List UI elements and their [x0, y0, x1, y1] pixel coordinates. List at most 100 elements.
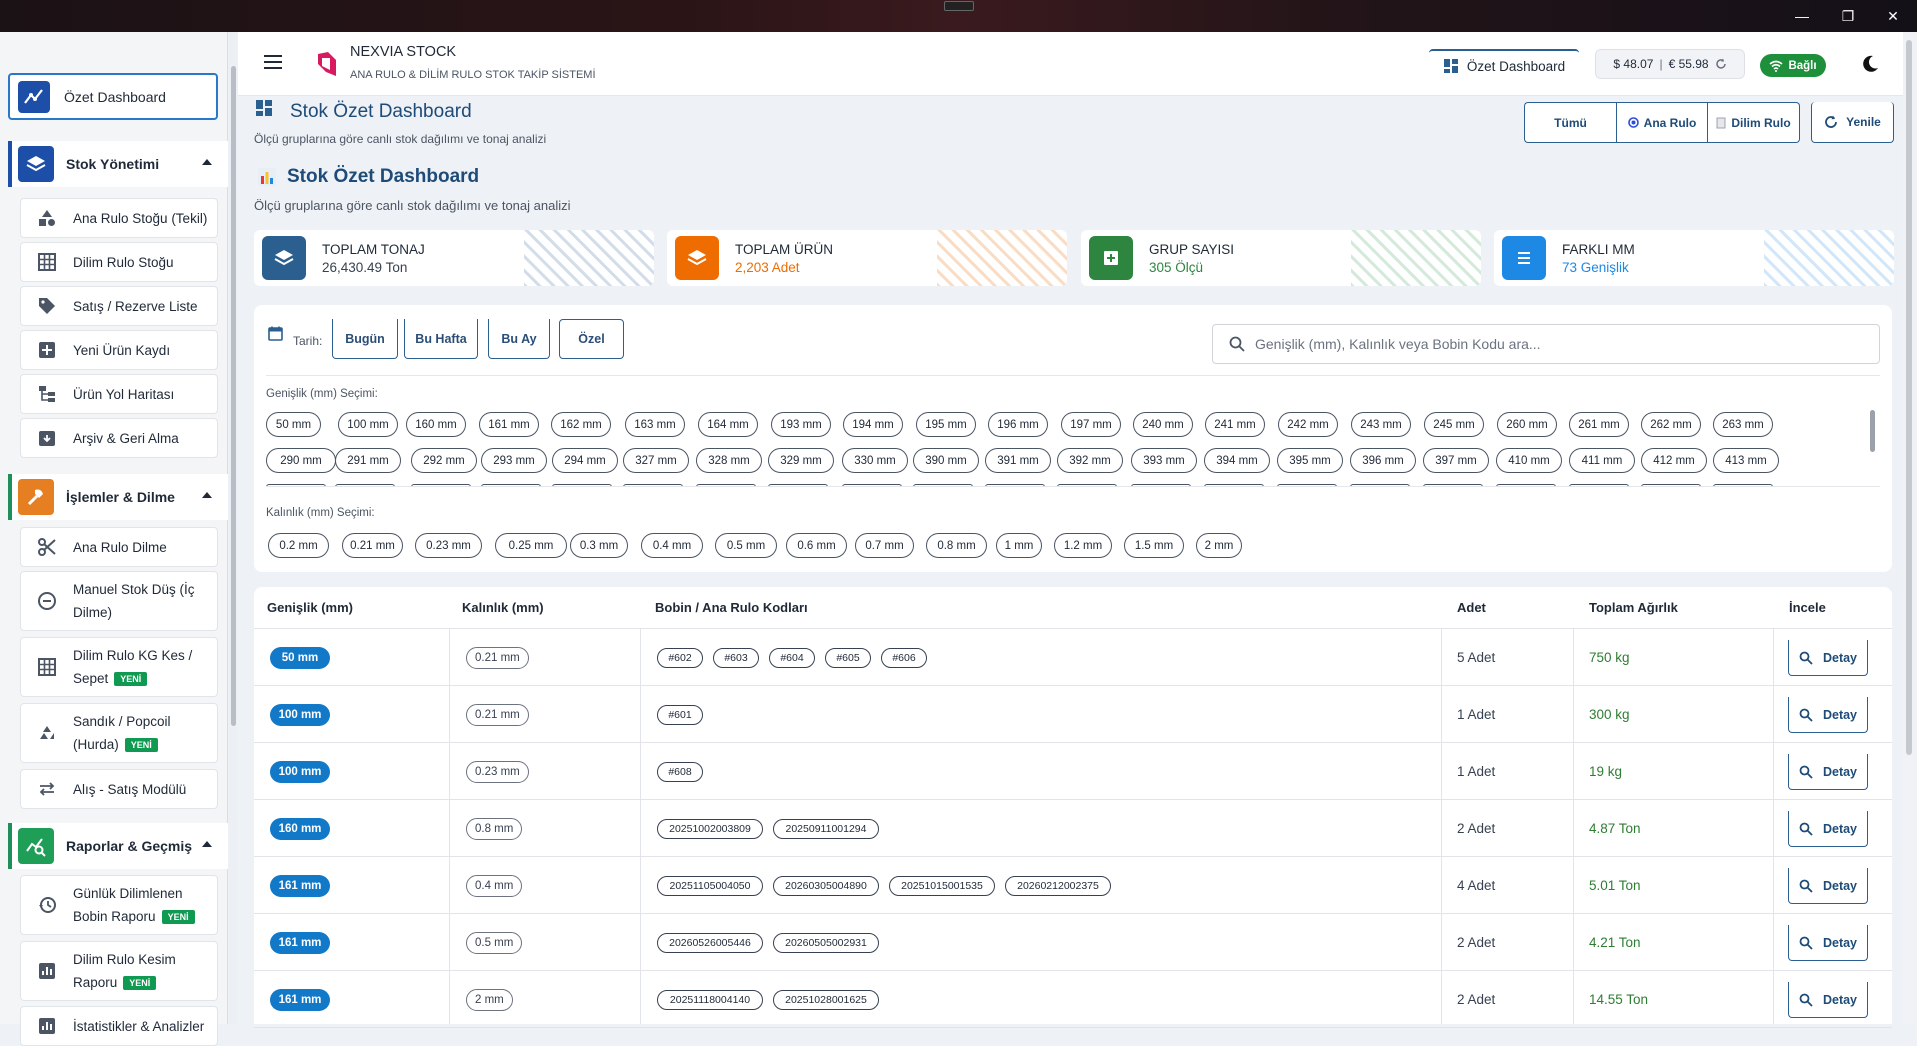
sidebar-item-dilim-rulo-kg-kes[interactable]: Dilim Rulo KG Kes / Sepet YENİ [20, 637, 218, 697]
menu-icon[interactable] [264, 55, 282, 69]
thickness-chip[interactable]: 0.4 mm [641, 533, 703, 558]
width-chip[interactable]: 394 mm [1204, 448, 1270, 473]
code-chip[interactable]: #605 [825, 648, 871, 668]
column-header-width[interactable]: Genişlik (mm) [267, 600, 353, 615]
thickness-chip[interactable]: 0.25 mm [495, 533, 567, 558]
minimize-icon[interactable]: — [1780, 0, 1824, 32]
width-chip[interactable]: 393 mm [1131, 448, 1197, 473]
width-chip[interactable]: 413 mm [1713, 448, 1779, 473]
sidebar-item-sandik-popcoil[interactable]: Sandık / Popcoil (Hurda) YENİ [20, 703, 218, 763]
width-chip[interactable]: 50 mm [266, 412, 321, 437]
sidebar-group-raporlar[interactable]: Raporlar & Geçmiş [8, 823, 228, 869]
column-header-inspect[interactable]: İncele [1789, 600, 1826, 615]
width-chip[interactable]: 396 mm [1350, 448, 1416, 473]
code-chip[interactable]: #601 [657, 705, 703, 725]
detail-button[interactable]: Detay [1788, 754, 1868, 790]
column-header-thickness[interactable]: Kalınlık (mm) [462, 600, 544, 615]
code-chip[interactable]: #603 [713, 648, 759, 668]
detail-button[interactable]: Detay [1788, 811, 1868, 847]
code-chip[interactable]: 20251105004050 [657, 876, 763, 896]
search-input[interactable]: Genişlik (mm), Kalınlık veya Bobin Kodu … [1212, 324, 1880, 364]
restore-icon[interactable]: ❐ [1826, 0, 1870, 32]
column-header-codes[interactable]: Bobin / Ana Rulo Kodları [655, 600, 808, 615]
width-chip[interactable]: 328 mm [696, 448, 762, 473]
moon-icon[interactable] [1860, 54, 1880, 74]
refresh-button[interactable]: Yenile [1811, 102, 1894, 143]
code-chip[interactable]: #602 [657, 648, 703, 668]
thickness-chip[interactable]: 1.5 mm [1124, 533, 1184, 558]
code-chip[interactable]: 20260505002931 [773, 933, 879, 953]
width-chip[interactable]: 412 mm [1641, 448, 1707, 473]
code-chip[interactable]: 20250911001294 [773, 819, 879, 839]
sidebar-item-arsiv[interactable]: Arşiv & Geri Alma [20, 418, 218, 458]
sidebar-item-gunluk-bobin-raporu[interactable]: Günlük Dilimlenen Bobin Raporu YENİ [20, 875, 218, 935]
thickness-chip[interactable]: 0.8 mm [926, 533, 987, 558]
thickness-chip[interactable]: 0.7 mm [855, 533, 914, 558]
code-chip[interactable]: 20260305004890 [773, 876, 879, 896]
code-chip[interactable]: #604 [769, 648, 815, 668]
code-chip[interactable]: 20260526005446 [657, 933, 763, 953]
width-chip[interactable]: 294 mm [552, 448, 618, 473]
thickness-chip[interactable]: 0.5 mm [715, 533, 777, 558]
sidebar-scrollbar-thumb[interactable] [231, 66, 236, 726]
width-chip[interactable]: 293 mm [481, 448, 547, 473]
sidebar-item-istatistikler[interactable]: İstatistikler & Analizler [20, 1006, 218, 1046]
sidebar-group-islemler[interactable]: İşlemler & Dilme [8, 474, 228, 520]
detail-button[interactable]: Detay [1788, 925, 1868, 961]
sidebar-item-dilim-rulo-stogu[interactable]: Dilim Rulo Stoğu [20, 242, 218, 282]
width-chip[interactable]: 392 mm [1057, 448, 1123, 473]
active-page-indicator[interactable]: Özet Dashboard [1429, 49, 1579, 81]
thickness-chip[interactable]: 1 mm [996, 533, 1042, 558]
code-chip[interactable]: #606 [881, 648, 927, 668]
width-chip[interactable]: 193 mm [771, 412, 831, 437]
sidebar-group-stok-yonetimi[interactable]: Stok Yönetimi [8, 141, 228, 187]
width-chip[interactable]: 164 mm [698, 412, 758, 437]
width-chip[interactable]: 161 mm [479, 412, 539, 437]
detail-button[interactable]: Detay [1788, 640, 1868, 676]
width-chip[interactable]: 240 mm [1133, 412, 1193, 437]
width-chip[interactable]: 329 mm [768, 448, 834, 473]
date-today-button[interactable]: Bugün [332, 319, 398, 359]
page-scrollbar-thumb[interactable] [1906, 40, 1912, 755]
width-chip[interactable]: 410 mm [1496, 448, 1562, 473]
detail-button[interactable]: Detay [1788, 868, 1868, 904]
sidebar-item-satis-rezerve[interactable]: Satış / Rezerve Liste [20, 286, 218, 326]
code-chip[interactable]: #608 [657, 762, 703, 782]
width-chip[interactable]: 245 mm [1424, 412, 1484, 437]
date-this-week-button[interactable]: Bu Hafta [404, 319, 478, 359]
sidebar-item-ana-rulo-stogu[interactable]: Ana Rulo Stoğu (Tekil) [20, 198, 218, 238]
width-chip[interactable]: 391 mm [985, 448, 1051, 473]
sidebar-item-urun-yol-haritasi[interactable]: Ürün Yol Haritası [20, 374, 218, 414]
column-header-count[interactable]: Adet [1457, 600, 1486, 615]
width-chip[interactable]: 330 mm [842, 448, 908, 473]
width-chip[interactable]: 260 mm [1497, 412, 1557, 437]
width-chip[interactable]: 196 mm [988, 412, 1048, 437]
drag-handle[interactable] [944, 1, 974, 11]
sidebar-item-yeni-urun[interactable]: Yeni Ürün Kaydı [20, 330, 218, 370]
detail-button[interactable]: Detay [1788, 697, 1868, 733]
width-chip[interactable]: 411 mm [1569, 448, 1635, 473]
width-chip[interactable]: 162 mm [551, 412, 611, 437]
code-chip[interactable]: 20251015001535 [889, 876, 995, 896]
thickness-chip[interactable]: 2 mm [1196, 533, 1242, 558]
code-chip[interactable]: 20251028001625 [773, 990, 879, 1010]
sidebar-item-dilim-rulo-kesim-raporu[interactable]: Dilim Rulo Kesim Raporu YENİ [20, 941, 218, 1001]
width-chip[interactable]: 261 mm [1569, 412, 1629, 437]
close-icon[interactable]: ✕ [1871, 0, 1915, 32]
width-chip[interactable]: 292 mm [411, 448, 477, 473]
width-chip[interactable]: 291 mm [335, 448, 401, 473]
sidebar-item-ozet-dashboard[interactable]: Özet Dashboard [8, 73, 218, 120]
filter-ana-rulo-button[interactable]: Ana Rulo [1616, 102, 1708, 143]
width-chip[interactable]: 327 mm [623, 448, 689, 473]
width-chip[interactable]: 395 mm [1277, 448, 1343, 473]
width-chip[interactable]: 160 mm [406, 412, 466, 437]
width-chip[interactable]: 197 mm [1061, 412, 1121, 437]
width-chip[interactable]: 194 mm [843, 412, 903, 437]
filter-dilim-rulo-button[interactable]: Dilim Rulo [1708, 102, 1800, 143]
thickness-chip[interactable]: 0.6 mm [786, 533, 847, 558]
width-chip[interactable]: 263 mm [1713, 412, 1773, 437]
width-chip[interactable]: 397 mm [1423, 448, 1489, 473]
code-chip[interactable]: 20260212002375 [1005, 876, 1111, 896]
code-chip[interactable]: 20251118004140 [657, 990, 763, 1010]
width-chip[interactable]: 241 mm [1205, 412, 1265, 437]
